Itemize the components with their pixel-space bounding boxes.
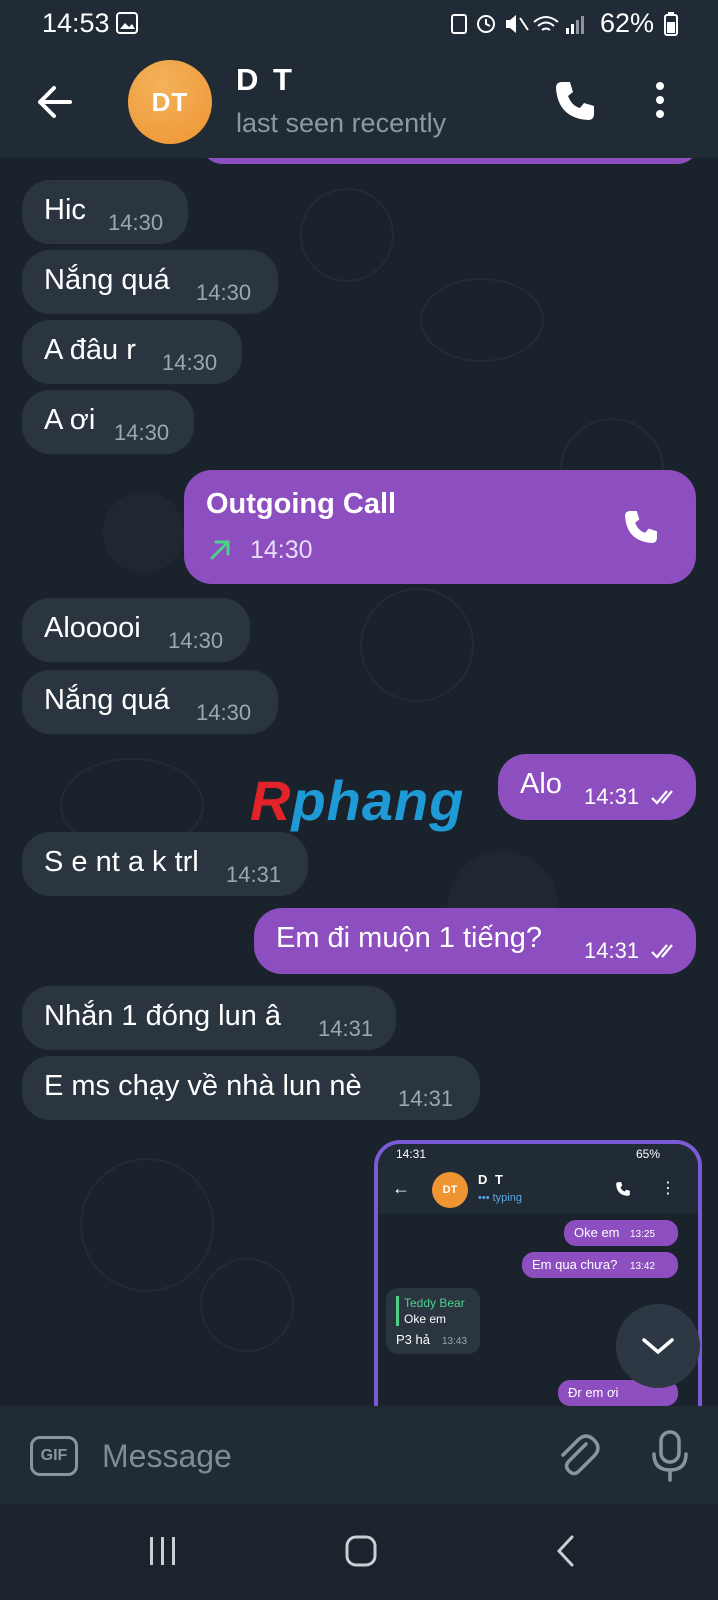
message-time: 14:30 (162, 350, 218, 375)
home-icon[interactable] (344, 1534, 378, 1568)
mini-status-bar: 14:31 65% (378, 1144, 698, 1166)
status-time: 14:53 (42, 8, 110, 38)
message-text: A đâu r (44, 334, 136, 366)
message-bubble-incoming[interactable]: A đâu r 14:30 (22, 320, 242, 384)
message-text: Nắng quá (44, 264, 170, 296)
contact-name[interactable]: D T (236, 62, 295, 98)
message-time: 14:30 (114, 420, 170, 445)
message-text: Nắng quá (44, 684, 170, 716)
message-bubble-incoming[interactable]: Nắng quá 14:30 (22, 670, 278, 734)
paperclip-icon[interactable] (552, 1430, 602, 1480)
outgoing-arrow-icon (210, 540, 230, 560)
message-bubble-incoming[interactable]: Nhắn 1 đóng lun â 14:31 (22, 986, 396, 1050)
contact-status: last seen recently (236, 108, 447, 138)
avatar[interactable]: DT (128, 60, 212, 144)
message-text: Alooooi (44, 612, 141, 644)
watermark-logo: Rphang (250, 769, 465, 832)
message-bubble-incoming[interactable]: S e nt a k trl 14:31 (22, 832, 308, 896)
battery-percent: 62% (600, 8, 655, 38)
phone-call-icon[interactable] (620, 506, 662, 548)
message-bubble-incoming[interactable]: E ms chạy về nhà lun nè 14:31 (22, 1056, 480, 1120)
message-text: Alo (520, 768, 562, 800)
message-text: E ms chạy về nhà lun nè (44, 1070, 362, 1102)
message-time: 14:31 (226, 862, 282, 887)
message-time: 14:31 (584, 938, 640, 963)
back-arrow-icon[interactable] (26, 74, 82, 130)
recent-apps-icon[interactable] (146, 1534, 180, 1568)
phone-call-icon[interactable] (550, 76, 600, 126)
double-check-icon (651, 790, 673, 805)
mini-header: ← DT D T ••• typing ⋮ (378, 1166, 698, 1214)
message-bubble-incoming[interactable]: Nắng quá 14:30 (22, 250, 278, 314)
message-text: Hic (44, 194, 86, 226)
chat-header: DT D T last seen recently (0, 46, 718, 158)
status-bar: 14:53 62% (0, 0, 718, 46)
message-time: 14:30 (108, 210, 164, 235)
message-text: A ơi (44, 404, 96, 436)
message-text: S e nt a k trl (44, 846, 199, 878)
message-input[interactable] (100, 1430, 524, 1482)
battery-icon (664, 12, 678, 36)
message-text: Em đi muộn 1 tiếng? (276, 922, 542, 954)
message-composer: GIF (0, 1406, 718, 1504)
double-check-icon (651, 944, 673, 959)
chat-area[interactable]: Hic 14:30 Nắng quá 14:30 A đâu r 14:30 A… (0, 158, 718, 1406)
message-time: 14:30 (168, 628, 224, 653)
message-time: 14:30 (196, 700, 252, 725)
message-text: Nhắn 1 đóng lun â (44, 1000, 282, 1032)
chevron-down-icon (642, 1338, 674, 1355)
message-time: 14:31 (318, 1016, 374, 1041)
mini-message: Em qua chưa? 13:42 (522, 1252, 678, 1278)
call-title: Outgoing Call (206, 488, 397, 520)
message-bubble-incoming[interactable]: Hic 14:30 (22, 180, 188, 244)
message-time: 14:31 (398, 1086, 454, 1111)
message-bubble-incoming[interactable]: Alooooi 14:30 (22, 598, 250, 662)
microphone-icon[interactable] (646, 1428, 694, 1484)
nav-back-icon[interactable] (554, 1534, 578, 1568)
mini-message: Oke em 13:25 (564, 1220, 678, 1246)
system-status-icons (451, 14, 584, 34)
gif-button[interactable]: GIF (30, 1436, 78, 1476)
gallery-icon (116, 12, 138, 34)
message-time: 14:30 (250, 536, 313, 564)
message-time: 14:30 (196, 280, 252, 305)
message-bubble-outgoing[interactable] (200, 158, 700, 164)
system-nav-bar (0, 1504, 718, 1600)
mini-avatar: DT (432, 1172, 468, 1208)
mini-message: Teddy Bear Oke em P3 hả 13:43 (386, 1288, 480, 1354)
scroll-down-button[interactable] (616, 1304, 700, 1388)
more-options-icon[interactable] (650, 78, 670, 126)
message-bubble-outgoing[interactable]: Alo 14:31 (498, 754, 696, 820)
message-time: 14:31 (584, 784, 640, 809)
outgoing-call-bubble[interactable]: Outgoing Call 14:30 (184, 470, 696, 584)
message-bubble-outgoing[interactable]: Em đi muộn 1 tiếng? 14:31 (254, 908, 696, 974)
message-bubble-incoming[interactable]: A ơi 14:30 (22, 390, 194, 454)
